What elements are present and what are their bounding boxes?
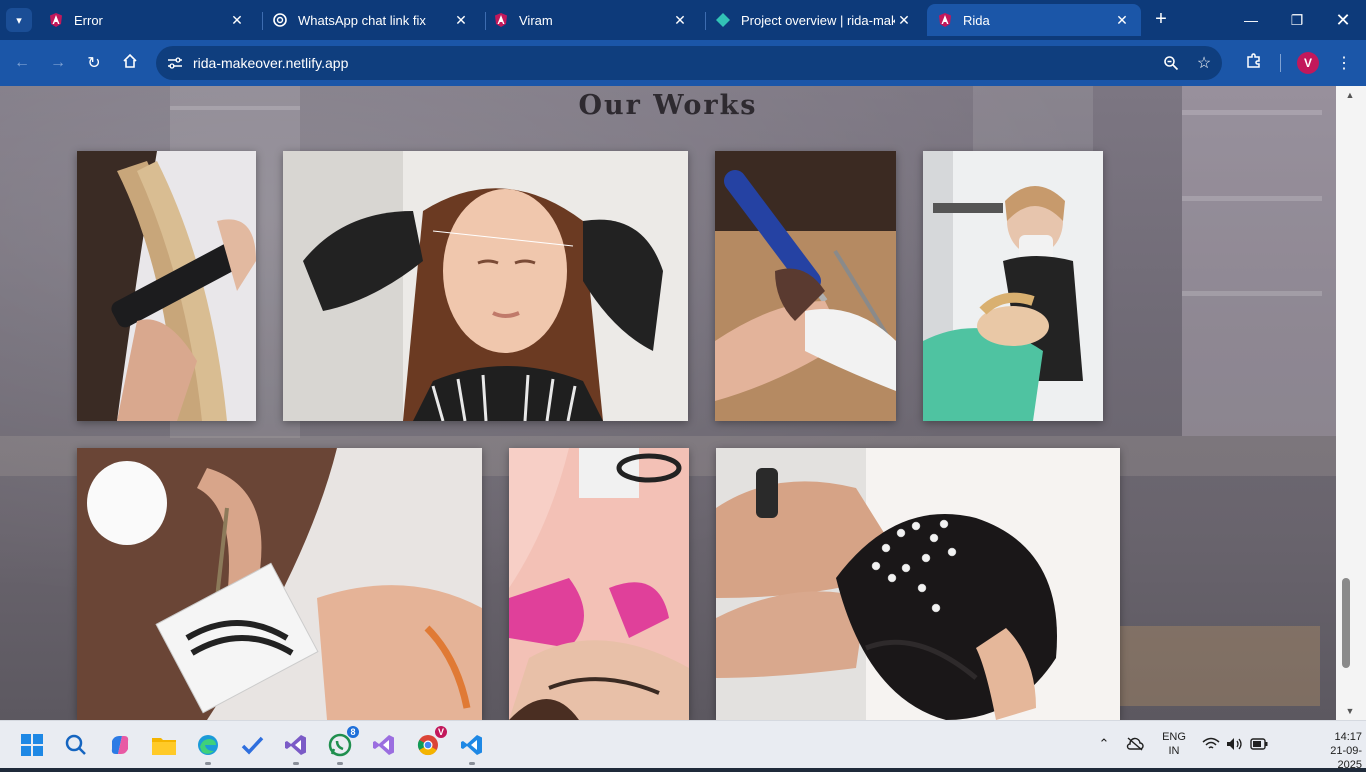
home-icon	[122, 53, 138, 74]
extensions-button[interactable]	[1242, 50, 1266, 76]
angular-icon	[493, 12, 509, 28]
bridal-hair-accessory-photo	[716, 448, 1120, 720]
tab-title: WhatsApp chat link fix	[298, 12, 426, 28]
section-title: Our Works	[578, 90, 758, 121]
lash-extension-photo	[923, 151, 1103, 421]
cloud-offline-icon[interactable]	[1126, 735, 1144, 753]
angular-icon	[48, 12, 64, 28]
browser-toolbar: ← → ↻ rida-makeover.netlify.app ☆	[0, 40, 1366, 86]
scrollbar-thumb[interactable]	[1342, 578, 1350, 668]
minimize-button[interactable]: —	[1236, 6, 1266, 34]
reload-icon: ↻	[87, 55, 101, 72]
windows-taskbar: 8 V ⌃ ENG IN 14:17 21-09-2025	[0, 720, 1366, 771]
vscode-icon[interactable]	[456, 729, 488, 765]
page-viewport: Our Works	[0, 86, 1336, 720]
tab-title: Rida	[963, 12, 990, 28]
background-shelving	[1182, 86, 1336, 436]
language-indicator[interactable]: ENG IN	[1156, 730, 1192, 758]
arrow-left-icon: ←	[14, 54, 30, 71]
zoom-icon[interactable]	[1161, 53, 1181, 73]
search-icon[interactable]	[60, 729, 92, 761]
scroll-up-icon[interactable]: ▲	[1344, 90, 1356, 100]
menu-button[interactable]: ⋮	[1332, 50, 1356, 76]
page-scrollbar[interactable]: ▲ ▼	[1336, 86, 1366, 720]
volume-icon[interactable]	[1226, 735, 1244, 753]
chrome-icon[interactable]: V	[412, 725, 448, 761]
bookmark-star-icon[interactable]: ☆	[1194, 53, 1214, 73]
plus-icon: +	[1155, 7, 1167, 30]
profile-avatar[interactable]: V	[1297, 52, 1319, 74]
reload-button[interactable]: ↻	[81, 50, 107, 76]
restore-icon: ❐	[1290, 11, 1304, 28]
start-icon[interactable]	[16, 729, 48, 761]
tab-search-button[interactable]: ▾	[6, 8, 32, 32]
tab-project-overview[interactable]: Project overview | rida-makeover ✕	[705, 4, 923, 36]
close-icon[interactable]: ✕	[671, 11, 689, 29]
language-code: ENG	[1162, 731, 1186, 743]
tab-title: Viram	[519, 12, 553, 28]
whatsapp-icon[interactable]: 8	[324, 725, 360, 765]
window-close-button[interactable]: ✕	[1328, 6, 1358, 34]
tab-viram[interactable]: Viram ✕	[483, 4, 699, 36]
new-tab-button[interactable]: +	[1150, 8, 1172, 30]
brow-tinting-photo	[509, 448, 689, 720]
close-icon: ✕	[1335, 9, 1351, 30]
close-icon[interactable]: ✕	[228, 11, 246, 29]
tab-error[interactable]: Error ✕	[38, 4, 256, 36]
visual-studio-icon[interactable]	[280, 729, 312, 765]
wifi-icon[interactable]	[1202, 735, 1220, 753]
url-text: rida-makeover.netlify.app	[193, 55, 349, 71]
forward-button[interactable]: →	[45, 50, 71, 76]
site-info-icon[interactable]	[164, 52, 186, 74]
region-code: IN	[1168, 745, 1180, 757]
arrow-right-icon: →	[50, 54, 66, 71]
copilot-icon[interactable]	[104, 729, 136, 761]
visual-studio-purple-icon[interactable]	[368, 729, 400, 761]
tab-whatsapp-chat-link-fix[interactable]: WhatsApp chat link fix ✕	[262, 4, 480, 36]
scroll-down-icon[interactable]: ▼	[1344, 706, 1356, 716]
hair-straightening-photo	[77, 151, 256, 421]
background-chair	[1120, 626, 1320, 706]
todo-icon[interactable]	[236, 729, 268, 761]
minimize-icon: —	[1244, 12, 1258, 28]
battery-icon[interactable]	[1250, 735, 1268, 753]
address-bar[interactable]: rida-makeover.netlify.app ☆	[156, 46, 1222, 80]
back-button[interactable]: ←	[9, 50, 35, 76]
false-lash-tweezer-photo	[77, 448, 482, 720]
close-icon[interactable]: ✕	[895, 11, 913, 29]
toolbar-divider	[1280, 54, 1281, 72]
tab-title: Error	[74, 12, 103, 28]
angular-icon	[937, 12, 953, 28]
close-icon[interactable]: ✕	[1113, 11, 1131, 29]
restore-button[interactable]: ❐	[1282, 6, 1312, 34]
chevron-down-icon: ▾	[16, 14, 22, 27]
file-explorer-icon[interactable]	[148, 729, 180, 761]
profile-badge: V	[434, 725, 448, 739]
clock[interactable]: 14:17 21-09-2025	[1306, 730, 1362, 772]
close-icon[interactable]: ✕	[452, 11, 470, 29]
eyebrow-threading-photo	[283, 151, 688, 421]
puzzle-icon	[1245, 52, 1263, 75]
notification-badge: 8	[346, 725, 360, 739]
tab-rida[interactable]: Rida ✕	[927, 4, 1141, 36]
clock-time: 14:17	[1334, 731, 1362, 743]
tab-strip: ▾ Error ✕ WhatsApp chat link fix ✕ Viram…	[0, 0, 1366, 40]
background-shelf	[1182, 291, 1322, 296]
home-button[interactable]	[117, 50, 143, 76]
chevron-up-icon[interactable]: ⌃	[1095, 735, 1113, 753]
tab-title: Project overview | rida-makeover	[741, 12, 895, 28]
kebab-menu-icon: ⋮	[1336, 55, 1352, 72]
background-shelf	[1182, 196, 1322, 201]
edge-icon[interactable]	[192, 729, 224, 765]
openai-icon	[272, 12, 288, 28]
netlify-icon	[715, 12, 731, 28]
nail-drill-manicure-photo	[715, 151, 896, 421]
